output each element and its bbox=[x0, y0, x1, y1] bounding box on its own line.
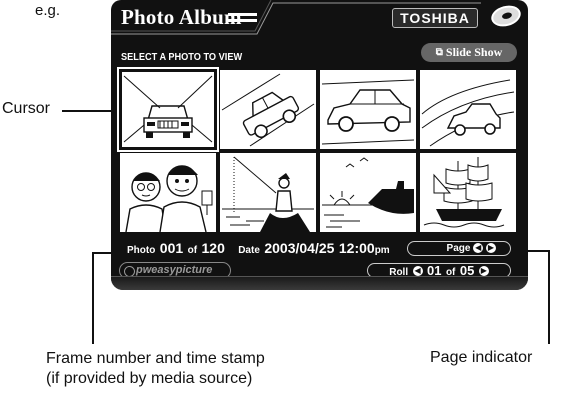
page-label: Page bbox=[446, 243, 471, 254]
time-ampm: pm bbox=[374, 245, 390, 256]
sailing-ship-image bbox=[423, 157, 505, 228]
frame-callout-line2: (if provided by media source) bbox=[46, 370, 253, 387]
photo-thumbnail-ship-sunset[interactable] bbox=[320, 153, 416, 232]
brand-logo: TOSHIBA bbox=[392, 8, 478, 28]
photo-thumbnail-car-curve[interactable] bbox=[420, 70, 516, 149]
time-value: 12:00 bbox=[338, 240, 375, 256]
page-next-icon[interactable]: ▶ bbox=[486, 243, 496, 254]
slideshow-icon: ⧉ bbox=[435, 47, 443, 58]
frame-callout-line-v bbox=[92, 252, 94, 344]
car-road-image bbox=[321, 79, 415, 145]
photo-album-screen: Photo Album TOSHIBA SELECT A PHOTO TO VI… bbox=[111, 0, 528, 290]
page-indicator: Page ◀ ▶ bbox=[407, 241, 511, 256]
ship-sunset-image bbox=[322, 157, 414, 228]
cursor-callout-line bbox=[62, 110, 118, 112]
example-label: e.g. bbox=[35, 2, 61, 19]
frame-callout-line1: Frame number and time stamp bbox=[46, 350, 265, 367]
fisherman-image bbox=[222, 156, 314, 232]
instruction-text: SELECT A PHOTO TO VIEW bbox=[121, 52, 243, 63]
photo-thumbnail-two-men[interactable] bbox=[120, 153, 216, 232]
photo-thumbnail-sailing-ship[interactable] bbox=[420, 153, 516, 232]
cursor-callout-label: Cursor bbox=[2, 100, 51, 117]
screen-bezel-bottom bbox=[111, 276, 528, 290]
photo-label: Photo bbox=[127, 245, 156, 256]
slide-show-label: Slide Show bbox=[445, 45, 503, 59]
date-label: Date bbox=[238, 245, 260, 256]
car-tilted-image bbox=[221, 73, 315, 147]
photo-thumbnail-car-front[interactable] bbox=[117, 67, 219, 152]
photo-grid bbox=[117, 67, 518, 232]
photo-of-label: of bbox=[187, 245, 198, 256]
page-prev-icon[interactable]: ◀ bbox=[473, 243, 484, 254]
photo-thumbnail-car-tilted[interactable] bbox=[220, 70, 316, 149]
photo-thumbnail-fisherman[interactable] bbox=[220, 153, 316, 232]
photo-number: 001 bbox=[159, 240, 184, 256]
two-men-image bbox=[125, 165, 213, 232]
page-callout-label: Page indicator bbox=[430, 349, 533, 366]
frame-info: Photo 001 of 120 Date 2003/04/25 12:00pm bbox=[127, 240, 390, 258]
frame-callout-label: Frame number and time stamp (if provided… bbox=[46, 349, 265, 389]
car-curve-image bbox=[421, 79, 515, 147]
roll-next-icon[interactable]: ▶ bbox=[478, 265, 489, 276]
page-callout-line-v bbox=[548, 250, 550, 344]
title-bar: Photo Album TOSHIBA bbox=[111, 0, 528, 36]
photo-total: 120 bbox=[201, 240, 225, 256]
slide-show-button[interactable]: ⧉ Slide Show bbox=[421, 43, 517, 62]
car-front-image bbox=[123, 75, 213, 143]
date-value: 2003/04/25 bbox=[264, 240, 335, 256]
roll-prev-icon[interactable]: ◀ bbox=[412, 265, 423, 276]
photo-thumbnail-car-road[interactable] bbox=[320, 70, 416, 149]
